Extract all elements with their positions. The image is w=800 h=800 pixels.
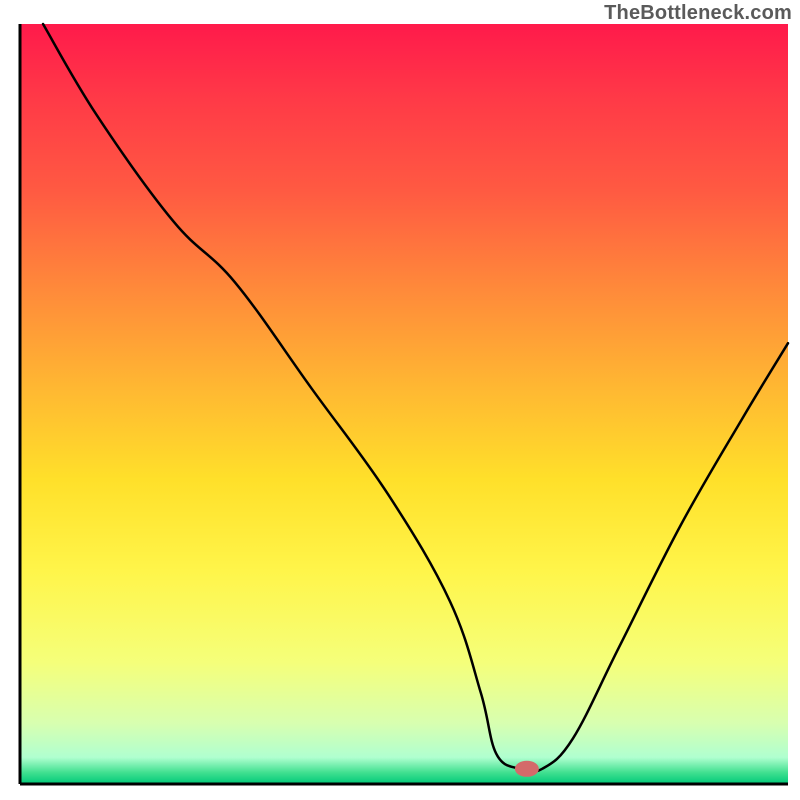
optimum-marker — [515, 761, 539, 777]
gradient-background — [20, 24, 788, 784]
chart-svg — [0, 0, 800, 800]
watermark-text: TheBottleneck.com — [604, 2, 792, 25]
bottleneck-chart: TheBottleneck.com — [0, 0, 800, 800]
